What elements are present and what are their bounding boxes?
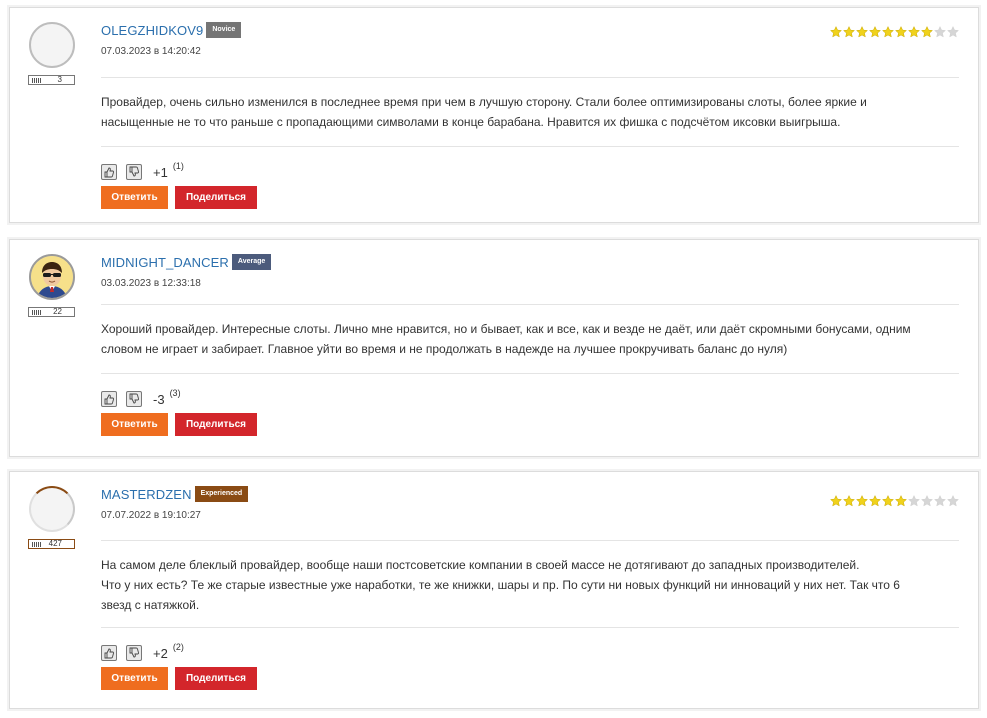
action-row: Ответить Поделиться: [101, 413, 959, 436]
star-filled-icon: [882, 25, 894, 43]
thumbs-up-icon[interactable]: [101, 391, 117, 407]
star-filled-icon: [895, 25, 907, 43]
action-row: Ответить Поделиться: [101, 186, 959, 209]
thumbs-up-icon[interactable]: [101, 645, 117, 661]
vote-row: +2 (2): [101, 642, 959, 661]
review-date: 07.03.2023 в 14:20:42: [101, 46, 201, 57]
avatar[interactable]: [29, 22, 75, 68]
rank-badge: 3: [28, 75, 75, 85]
vote-count: (1): [172, 161, 184, 171]
divider: [101, 304, 959, 305]
review-text-line: насыщенные не то что раньше с пропадающи…: [101, 115, 841, 129]
vote-count: (3): [169, 388, 181, 398]
star-empty-icon: [921, 494, 933, 512]
star-empty-icon: [934, 25, 946, 43]
review-text-line: звезд с натяжкой.: [101, 598, 200, 612]
username-link[interactable]: MASTERDZEN: [101, 487, 192, 502]
vote-score: -3: [153, 391, 165, 407]
star-filled-icon: [856, 494, 868, 512]
star-filled-icon: [895, 494, 907, 512]
rank-badge: 22: [28, 307, 75, 317]
cartoon-avatar-icon: [31, 256, 73, 298]
star-empty-icon: [934, 494, 946, 512]
star-filled-icon: [921, 25, 933, 43]
rank-badge: 427: [28, 539, 75, 549]
thumbs-down-icon[interactable]: [126, 645, 142, 661]
star-empty-icon: [908, 494, 920, 512]
author-column: 427: [28, 486, 76, 549]
share-button[interactable]: Поделиться: [175, 413, 257, 436]
avatar[interactable]: [29, 254, 75, 300]
review-text-line: На самом деле блеклый провайдер, вообще …: [101, 558, 860, 572]
rating-stars: [830, 494, 959, 512]
vote-row: +1 (1): [101, 161, 959, 180]
rank-value: 3: [57, 75, 62, 84]
review-card: 3 OLEGZHIDKOV9 Novice 07.03.2023 в 14:20…: [9, 7, 979, 223]
review-text: Хороший провайдер. Интересные слоты. Лич…: [101, 319, 959, 359]
thumbs-down-icon[interactable]: [126, 391, 142, 407]
username-link[interactable]: MIDNIGHT_DANCER: [101, 255, 229, 270]
review-card: 22 MIDNIGHT_DANCER Average 03.03.2023 в …: [9, 239, 979, 457]
thumbs-down-icon[interactable]: [126, 164, 142, 180]
share-button[interactable]: Поделиться: [175, 667, 257, 690]
review-text: На самом деле блеклый провайдер, вообще …: [101, 555, 959, 615]
star-filled-icon: [869, 494, 881, 512]
divider: [101, 146, 959, 147]
rating-stars: [830, 25, 959, 43]
level-badge: Average: [231, 254, 272, 270]
rank-bars-icon: [32, 77, 41, 83]
level-badge: Experienced: [194, 486, 249, 502]
rank-bars-icon: [32, 541, 41, 547]
review-text-line: словом не играет и забирает. Главное уйт…: [101, 342, 788, 356]
divider: [101, 373, 959, 374]
username-link[interactable]: OLEGZHIDKOV9: [101, 23, 203, 38]
author-column: 22: [28, 254, 76, 317]
vote-count: (2): [172, 642, 184, 652]
vote-score: +2: [153, 645, 168, 661]
review-content: OLEGZHIDKOV9 Novice 07.03.2023 в 14:20:4…: [101, 21, 959, 209]
review-content: MIDNIGHT_DANCER Average 03.03.2023 в 12:…: [101, 253, 959, 436]
rank-value: 22: [53, 307, 62, 316]
star-filled-icon: [882, 494, 894, 512]
star-filled-icon: [830, 25, 842, 43]
divider: [101, 627, 959, 628]
thumbs-up-icon[interactable]: [101, 164, 117, 180]
star-filled-icon: [843, 25, 855, 43]
review-date: 03.03.2023 в 12:33:18: [101, 278, 201, 289]
star-filled-icon: [869, 25, 881, 43]
vote-row: -3 (3): [101, 388, 959, 407]
reply-button[interactable]: Ответить: [101, 186, 168, 209]
star-filled-icon: [856, 25, 868, 43]
review-text-line: Хороший провайдер. Интересные слоты. Лич…: [101, 322, 911, 336]
star-empty-icon: [947, 494, 959, 512]
action-row: Ответить Поделиться: [101, 667, 959, 690]
review-card: 427 MASTERDZEN Experienced 07.07.2022 в …: [9, 471, 979, 709]
level-badge: Novice: [206, 22, 242, 38]
star-empty-icon: [947, 25, 959, 43]
star-filled-icon: [830, 494, 842, 512]
reply-button[interactable]: Ответить: [101, 413, 168, 436]
share-button[interactable]: Поделиться: [175, 186, 257, 209]
author-column: 3: [28, 22, 76, 85]
vote-score: +1: [153, 164, 168, 180]
review-content: MASTERDZEN Experienced 07.07.2022 в 19:1…: [101, 485, 959, 690]
divider: [101, 77, 959, 78]
rank-value: 427: [48, 539, 62, 548]
review-text: Провайдер, очень сильно изменился в посл…: [101, 92, 959, 132]
reply-button[interactable]: Ответить: [101, 667, 168, 690]
rank-bars-icon: [32, 309, 41, 315]
star-filled-icon: [908, 25, 920, 43]
divider: [101, 540, 959, 541]
avatar[interactable]: [29, 486, 75, 532]
review-text-line: Что у них есть? Те же старые известные у…: [101, 578, 900, 592]
star-filled-icon: [843, 494, 855, 512]
review-text-line: Провайдер, очень сильно изменился в посл…: [101, 95, 867, 109]
